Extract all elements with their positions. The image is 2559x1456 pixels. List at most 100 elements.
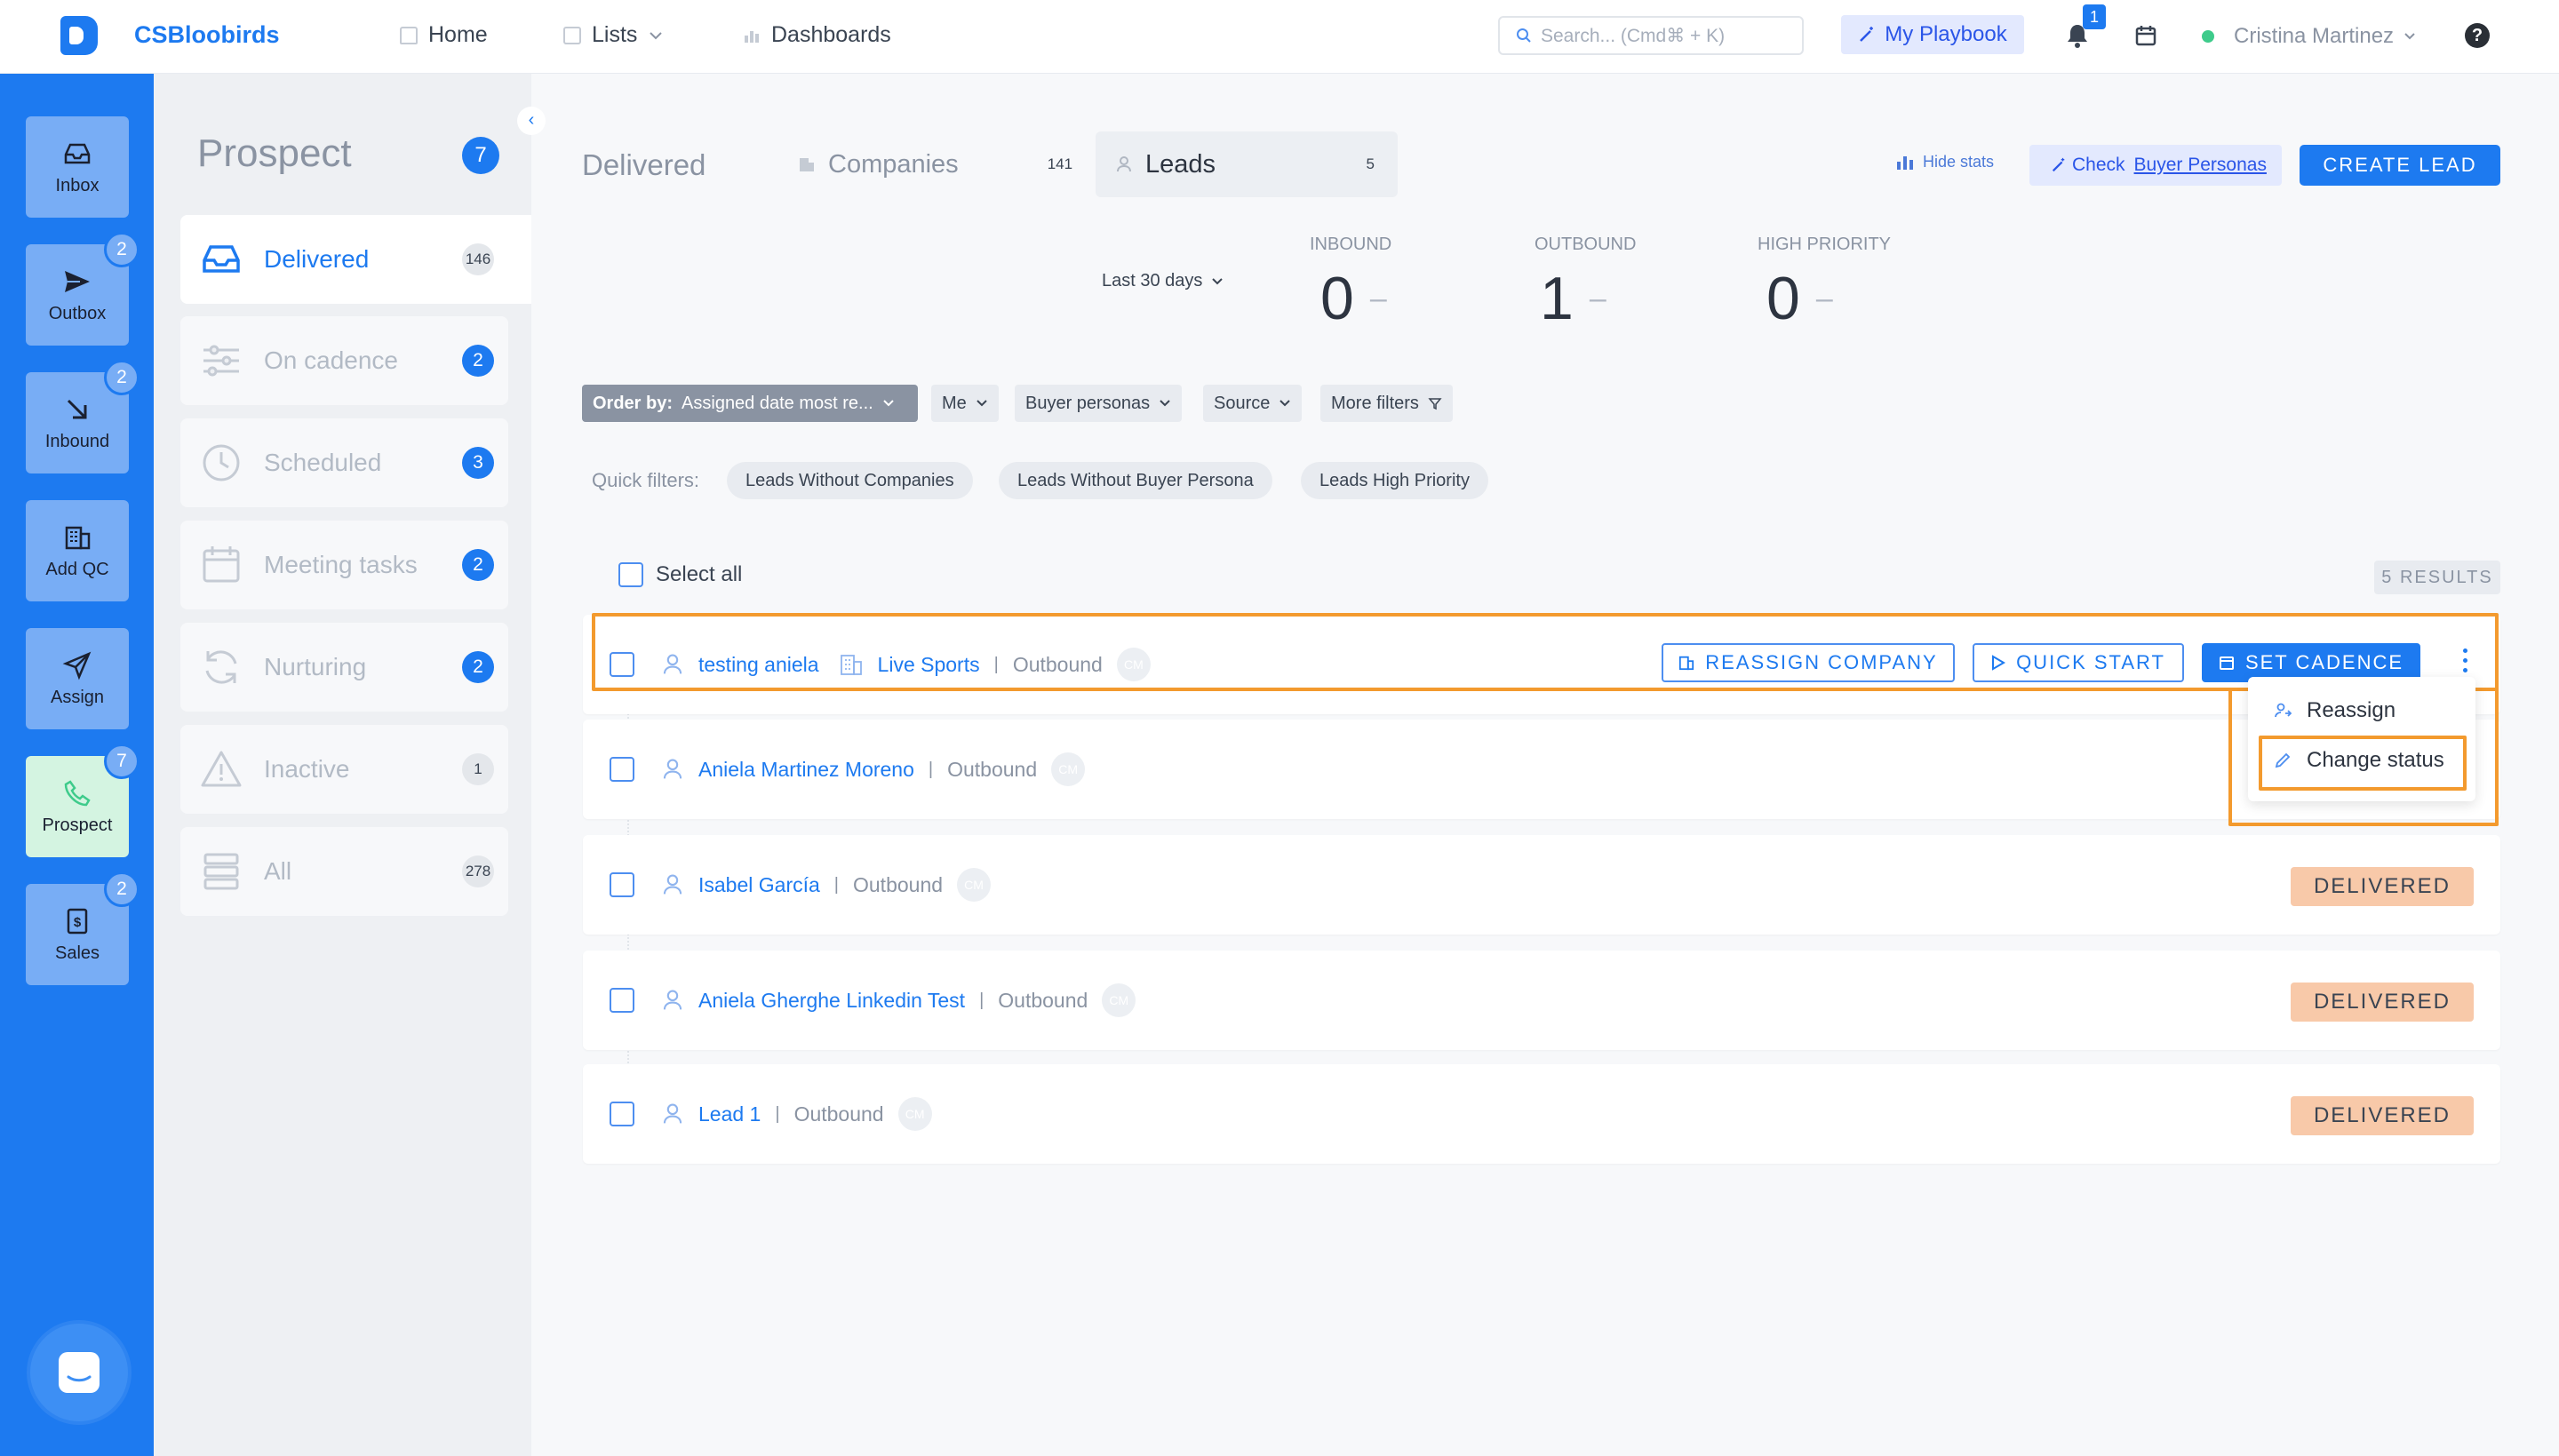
filter-me[interactable]: Me [931, 385, 999, 422]
building-icon [800, 158, 814, 171]
menu-item-label: Reassign [2307, 698, 2396, 722]
subnav-item-all[interactable]: All 278 [180, 827, 508, 916]
help-icon[interactable]: ? [2465, 23, 2490, 48]
online-status-dot [2202, 30, 2214, 43]
sidebar-item-sales[interactable]: $ Sales 2 [26, 871, 140, 985]
nav-home[interactable]: Home [400, 22, 488, 48]
sidebar-item-assign[interactable]: Assign [26, 628, 129, 729]
nav-home-label: Home [428, 22, 488, 47]
subnav-item-label: Meeting tasks [264, 551, 418, 578]
tab-companies[interactable]: Companies 141 [798, 131, 1072, 197]
collapse-subnav-button[interactable]: ‹ [517, 107, 546, 135]
tab-leads[interactable]: Leads 5 [1096, 131, 1398, 197]
row-checkbox[interactable] [610, 757, 634, 782]
stat-trend: – [1369, 281, 1387, 315]
subnav-item-meeting-tasks[interactable]: Meeting tasks 2 [180, 521, 508, 609]
quick-filter-chip[interactable]: Leads Without Buyer Persona [999, 462, 1272, 499]
lead-name-link[interactable]: Isabel García [698, 873, 820, 897]
order-by-value: Assigned date most re... [682, 393, 873, 413]
subnav-item-label: Delivered [264, 245, 370, 273]
inbox-icon [64, 143, 91, 163]
subnav-item-count: 278 [462, 855, 494, 887]
lead-source: Outbound [853, 872, 944, 896]
lead-name-link[interactable]: Aniela Gherghe Linkedin Test [698, 989, 965, 1013]
sidebar-item-label: Outbox [48, 303, 107, 323]
filter-buyer-personas[interactable]: Buyer personas [1015, 385, 1183, 422]
stack-icon [203, 853, 239, 890]
row-checkbox[interactable] [610, 988, 634, 1013]
order-by-select[interactable]: Order by: Assigned date most re... [582, 385, 918, 422]
funnel-icon [1428, 398, 1442, 410]
sidebar-item-label: Assign [50, 687, 105, 707]
notification-badge: 1 [2083, 4, 2106, 29]
main-sidebar: Inbox Outbox 2 Inbound 2 Add QC Assign P… [0, 74, 154, 1456]
sidebar-item-outbox[interactable]: Outbox 2 [26, 232, 140, 346]
status-badge[interactable]: DELIVERED [2291, 867, 2474, 906]
separator: | [833, 874, 839, 895]
subnav-item-label: Scheduled [264, 449, 382, 476]
filter-source[interactable]: Source [1203, 385, 1303, 422]
period-select[interactable]: Last 30 days [1102, 271, 1224, 291]
subnav-item-label: On cadence [264, 346, 398, 374]
bloobirds-logo[interactable] [60, 16, 98, 55]
highlight-row-frame [592, 613, 2499, 691]
select-all-checkbox[interactable] [618, 562, 643, 587]
subnav-item-on-cadence[interactable]: On cadence 2 [180, 316, 508, 405]
stat-value: 0 [1320, 265, 1354, 332]
sidebar-item-label: Inbound [44, 431, 110, 451]
search-input[interactable]: Search... (Cmd⌘ + K) [1498, 16, 1804, 55]
create-lead-button[interactable]: CREATE LEAD [2300, 145, 2500, 186]
bar-chart-icon [1897, 155, 1913, 170]
quick-filter-chip[interactable]: Leads High Priority [1301, 462, 1488, 499]
user-switch-icon [2275, 703, 2292, 718]
page-title: Delivered [582, 148, 706, 181]
sidebar-item-inbox[interactable]: Inbox [26, 116, 129, 218]
brand-name[interactable]: CSBloobirds [134, 21, 280, 49]
table-row[interactable]: Aniela Martinez Moreno | Outbound CM [583, 720, 2500, 819]
nav-dashboards[interactable]: Dashboards [743, 22, 891, 48]
tab-label: Companies [828, 149, 959, 179]
row-checkbox[interactable] [610, 872, 634, 897]
quick-filter-chip[interactable]: Leads Without Companies [727, 462, 973, 499]
sidebar-item-prospect[interactable]: Prospect 7 [26, 744, 140, 857]
table-row[interactable]: Aniela Gherghe Linkedin Test | Outbound … [583, 951, 2500, 1050]
buyer-personas-link[interactable]: Buyer Personas [2134, 155, 2267, 176]
lead-name-link[interactable]: Aniela Martinez Moreno [698, 758, 914, 782]
check-buyer-personas-button[interactable]: Check Buyer Personas [2029, 145, 2282, 186]
avatar: CM [897, 1097, 932, 1131]
stat-label: INBOUND [1310, 235, 1392, 254]
more-filters-button[interactable]: More filters [1320, 385, 1453, 422]
sidebar-item-add-qc[interactable]: Add QC [26, 500, 129, 601]
list-icon [563, 26, 581, 44]
my-playbook-button[interactable]: My Playbook [1841, 15, 2024, 54]
subnav-item-inactive[interactable]: Inactive 1 [180, 725, 508, 814]
filter-buyer-personas-label: Buyer personas [1025, 393, 1151, 413]
sidebar-item-label: Add QC [45, 559, 109, 579]
filter-me-label: Me [942, 393, 967, 413]
nav-dashboards-label: Dashboards [771, 22, 891, 47]
subnav-item-nurturing[interactable]: Nurturing 2 [180, 623, 508, 712]
status-badge[interactable]: DELIVERED [2291, 1096, 2474, 1135]
status-badge[interactable]: DELIVERED [2291, 983, 2474, 1022]
select-all[interactable]: Select all [618, 562, 742, 587]
table-row[interactable]: Isabel García | Outbound CM DELIVERED [583, 835, 2500, 935]
lead-name-link[interactable]: Lead 1 [698, 1102, 761, 1126]
nav-lists[interactable]: Lists [563, 22, 664, 48]
subnav-item-delivered[interactable]: Delivered 146 [180, 215, 531, 304]
chat-launcher-button[interactable] [30, 1324, 128, 1421]
stat-inbound: INBOUND 0– [1310, 235, 1391, 333]
hide-stats-button[interactable]: Hide stats [1896, 153, 1994, 171]
row-checkbox[interactable] [610, 1102, 634, 1126]
menu-item-reassign[interactable]: Reassign [2273, 698, 2396, 723]
user-menu[interactable]: Cristina Martinez [2234, 24, 2417, 49]
highlight-change-status [2259, 736, 2467, 791]
sidebar-item-inbound[interactable]: Inbound 2 [26, 360, 140, 473]
subnav-item-count: 2 [462, 651, 494, 683]
calendar-icon[interactable] [2134, 24, 2157, 47]
subnav-item-scheduled[interactable]: Scheduled 3 [180, 418, 508, 507]
magic-wand-icon [1860, 27, 1874, 42]
search-icon [1517, 28, 1531, 43]
table-row[interactable]: Lead 1 | Outbound CM DELIVERED [583, 1064, 2500, 1164]
chevron-down-icon [1160, 400, 1170, 407]
sidebar-badge: 7 [104, 744, 140, 779]
